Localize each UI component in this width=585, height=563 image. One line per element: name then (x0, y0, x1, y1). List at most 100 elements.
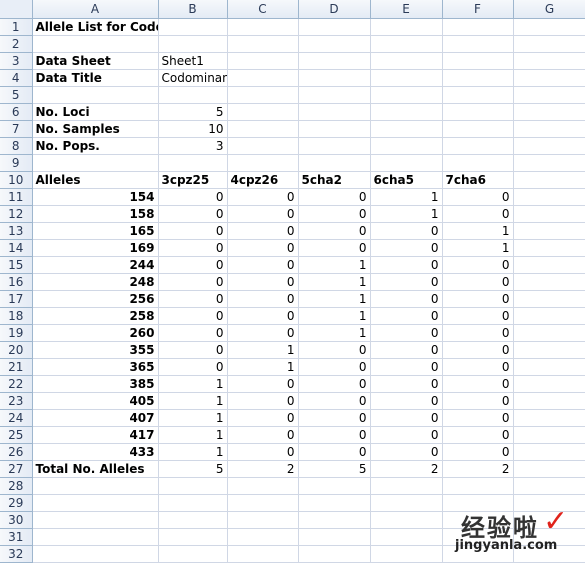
cell-e27[interactable]: 2 (370, 460, 443, 478)
cell-e16[interactable]: 0 (370, 273, 443, 291)
cell-b12[interactable]: 0 (158, 205, 228, 223)
cell-b3[interactable]: Sheet1 (158, 52, 228, 70)
cell-e9[interactable] (370, 154, 443, 172)
column-header-g[interactable]: G (513, 0, 585, 19)
cell-a7[interactable]: No. Samples (32, 120, 159, 138)
cell-e26[interactable]: 0 (370, 443, 443, 461)
cell-c25[interactable]: 0 (227, 426, 299, 444)
cell-a30[interactable] (32, 511, 159, 529)
cell-d32[interactable] (298, 545, 371, 563)
row-header-26[interactable]: 26 (0, 443, 33, 461)
row-header-22[interactable]: 22 (0, 375, 33, 393)
column-header-b[interactable]: B (158, 0, 228, 19)
cell-g5[interactable] (513, 86, 585, 104)
cell-d10[interactable]: 5cha2 (298, 171, 371, 189)
row-header-18[interactable]: 18 (0, 307, 33, 325)
cell-f16[interactable]: 0 (442, 273, 514, 291)
cell-g26[interactable] (513, 443, 585, 461)
cell-b29[interactable] (158, 494, 228, 512)
cell-d5[interactable] (298, 86, 371, 104)
cell-f5[interactable] (442, 86, 514, 104)
cell-a29[interactable] (32, 494, 159, 512)
row-header-27[interactable]: 27 (0, 460, 33, 478)
cell-c6[interactable] (227, 103, 299, 121)
cell-c26[interactable]: 0 (227, 443, 299, 461)
cell-d23[interactable]: 0 (298, 392, 371, 410)
cell-a15[interactable]: 244 (32, 256, 159, 274)
cell-g15[interactable] (513, 256, 585, 274)
cell-a8[interactable]: No. Pops. (32, 137, 159, 155)
cell-a3[interactable]: Data Sheet (32, 52, 159, 70)
cell-g18[interactable] (513, 307, 585, 325)
cell-c11[interactable]: 0 (227, 188, 299, 206)
column-header-d[interactable]: D (298, 0, 371, 19)
row-header-2[interactable]: 2 (0, 35, 33, 53)
cell-f23[interactable]: 0 (442, 392, 514, 410)
row-header-7[interactable]: 7 (0, 120, 33, 138)
cell-b32[interactable] (158, 545, 228, 563)
cell-e13[interactable]: 0 (370, 222, 443, 240)
cell-a11[interactable]: 154 (32, 188, 159, 206)
cell-e11[interactable]: 1 (370, 188, 443, 206)
cell-f14[interactable]: 1 (442, 239, 514, 257)
cell-g24[interactable] (513, 409, 585, 427)
cell-b17[interactable]: 0 (158, 290, 228, 308)
cell-d17[interactable]: 1 (298, 290, 371, 308)
cell-c15[interactable]: 0 (227, 256, 299, 274)
cell-d27[interactable]: 5 (298, 460, 371, 478)
cell-b1[interactable] (158, 18, 228, 36)
cell-d7[interactable] (298, 120, 371, 138)
row-header-1[interactable]: 1 (0, 18, 33, 36)
cell-b21[interactable]: 0 (158, 358, 228, 376)
row-header-8[interactable]: 8 (0, 137, 33, 155)
cell-e15[interactable]: 0 (370, 256, 443, 274)
cell-a26[interactable]: 433 (32, 443, 159, 461)
cell-f19[interactable]: 0 (442, 324, 514, 342)
cell-g6[interactable] (513, 103, 585, 121)
cell-b25[interactable]: 1 (158, 426, 228, 444)
cell-b18[interactable]: 0 (158, 307, 228, 325)
cell-a10[interactable]: Alleles (32, 171, 159, 189)
cell-g7[interactable] (513, 120, 585, 138)
cell-b15[interactable]: 0 (158, 256, 228, 274)
cell-g10[interactable] (513, 171, 585, 189)
cell-g4[interactable] (513, 69, 585, 87)
cell-c10[interactable]: 4cpz26 (227, 171, 299, 189)
cell-a1[interactable]: Allele List for Codominant Data (32, 18, 159, 36)
cell-d11[interactable]: 0 (298, 188, 371, 206)
cell-a25[interactable]: 417 (32, 426, 159, 444)
cell-e28[interactable] (370, 477, 443, 495)
row-header-20[interactable]: 20 (0, 341, 33, 359)
cell-d25[interactable]: 0 (298, 426, 371, 444)
cell-c31[interactable] (227, 528, 299, 546)
cell-a17[interactable]: 256 (32, 290, 159, 308)
cell-g2[interactable] (513, 35, 585, 53)
cell-e3[interactable] (370, 52, 443, 70)
cell-b11[interactable]: 0 (158, 188, 228, 206)
row-header-28[interactable]: 28 (0, 477, 33, 495)
cell-a22[interactable]: 385 (32, 375, 159, 393)
row-header-14[interactable]: 14 (0, 239, 33, 257)
cell-c2[interactable] (227, 35, 299, 53)
cell-g11[interactable] (513, 188, 585, 206)
cell-c17[interactable]: 0 (227, 290, 299, 308)
cell-b19[interactable]: 0 (158, 324, 228, 342)
cell-f27[interactable]: 2 (442, 460, 514, 478)
row-header-3[interactable]: 3 (0, 52, 33, 70)
cell-e2[interactable] (370, 35, 443, 53)
cell-b14[interactable]: 0 (158, 239, 228, 257)
cell-e14[interactable]: 0 (370, 239, 443, 257)
cell-a24[interactable]: 407 (32, 409, 159, 427)
cell-d13[interactable]: 0 (298, 222, 371, 240)
row-header-21[interactable]: 21 (0, 358, 33, 376)
cell-f22[interactable]: 0 (442, 375, 514, 393)
cell-f15[interactable]: 0 (442, 256, 514, 274)
cell-a32[interactable] (32, 545, 159, 563)
cell-b28[interactable] (158, 477, 228, 495)
cell-a5[interactable] (32, 86, 159, 104)
cell-a19[interactable]: 260 (32, 324, 159, 342)
cell-d29[interactable] (298, 494, 371, 512)
cell-g22[interactable] (513, 375, 585, 393)
cell-b27[interactable]: 5 (158, 460, 228, 478)
cell-c4[interactable] (227, 69, 299, 87)
